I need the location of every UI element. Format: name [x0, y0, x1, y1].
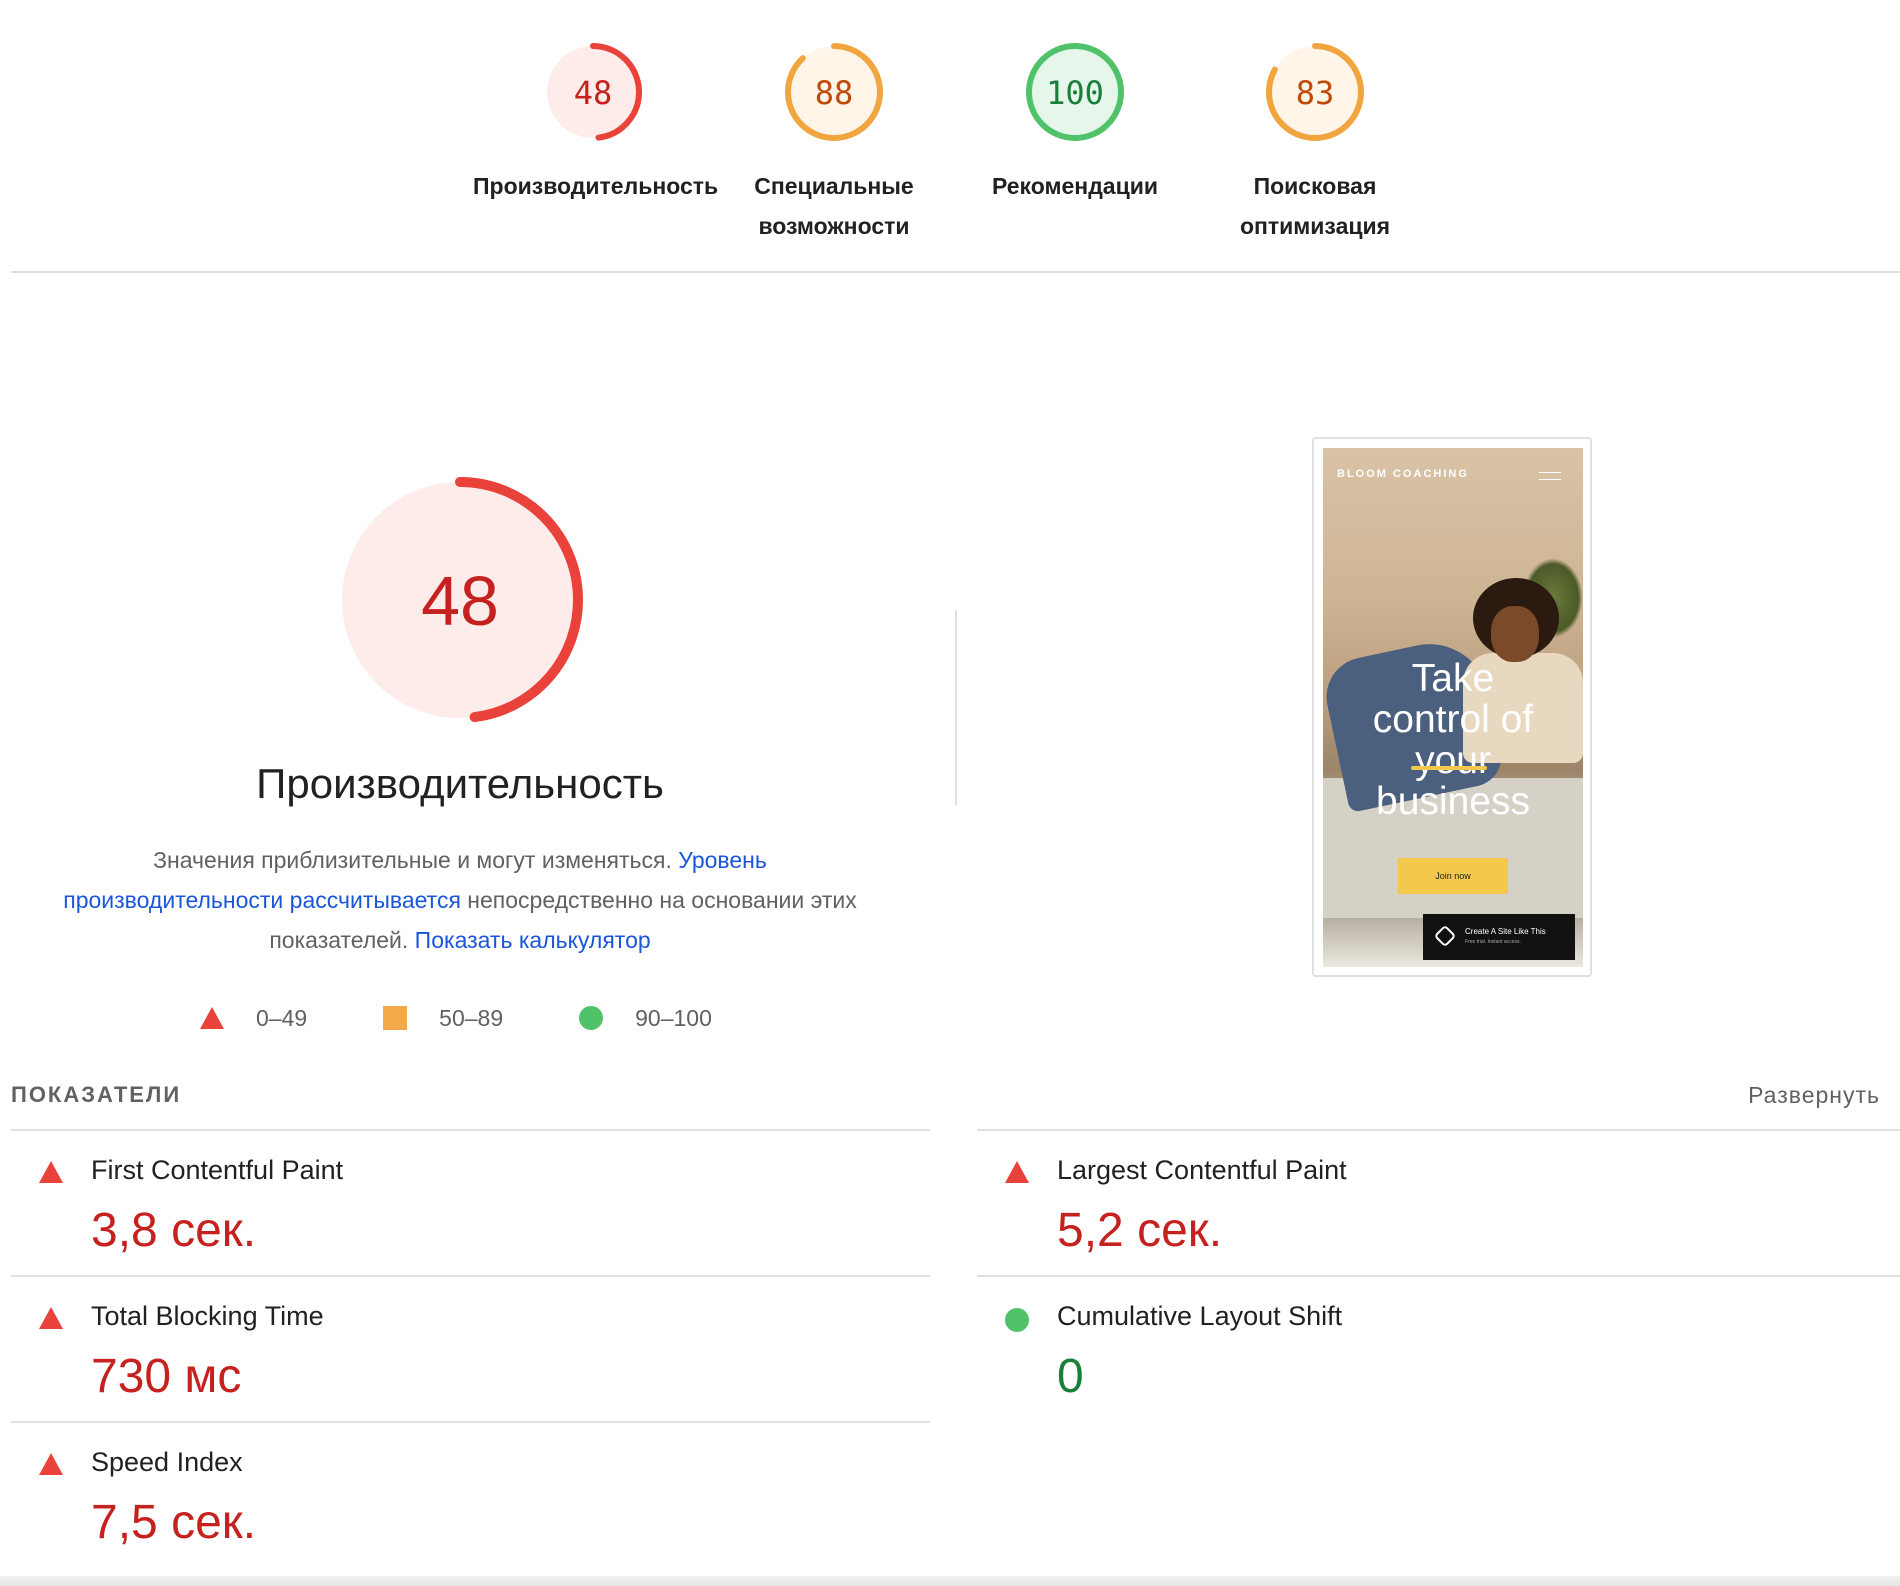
- divider: [11, 271, 1900, 273]
- score-legend: 0–49 50–89 90–100: [200, 1000, 788, 1036]
- headline-line: Take: [1411, 657, 1495, 700]
- legend-item-average: 50–89: [383, 1005, 503, 1032]
- site-badge: Create A Site Like This Free trial. Inst…: [1423, 914, 1575, 960]
- gauge-label: Специальные возможности: [754, 173, 914, 239]
- hamburger-menu-icon: [1539, 472, 1561, 480]
- metric-value: 730 мс: [91, 1350, 242, 1403]
- headline-line: control of: [1372, 698, 1534, 741]
- person-face-image: [1491, 606, 1539, 662]
- gauge-ring: 83: [1266, 43, 1364, 141]
- metric-value: 3,8 сек.: [91, 1204, 257, 1257]
- triangle-icon: [200, 1007, 224, 1029]
- performance-description: Значения приблизительные и могут изменят…: [40, 840, 880, 960]
- gauge-best-practices[interactable]: 100 Рекомендации: [955, 40, 1195, 206]
- warning-triangle-icon: [39, 1307, 63, 1329]
- metric-label: Total Blocking Time: [91, 1301, 324, 1331]
- gauge-label: Рекомендации: [991, 173, 1159, 199]
- headline-underline: [1411, 766, 1487, 770]
- gauge-ring: 88: [785, 43, 883, 141]
- site-brand: BLOOM COACHING: [1337, 468, 1469, 480]
- desc-text: Значения приблизительные и могут изменят…: [153, 847, 679, 873]
- circle-icon: [579, 1006, 604, 1030]
- legend-range: 0–49: [256, 1004, 308, 1031]
- metric-first-contentful-paint: First Contentful Paint 3,8 сек.: [11, 1131, 941, 1276]
- badge-subtitle: Free trial. Instant access.: [1465, 939, 1521, 945]
- metric-label: Cumulative Layout Shift: [1057, 1301, 1343, 1331]
- warning-triangle-icon: [39, 1161, 63, 1183]
- gauge-accessibility[interactable]: 88 Специальные возможности: [714, 40, 954, 246]
- metric-speed-index: Speed Index 7,5 сек.: [11, 1423, 941, 1568]
- metric-cumulative-layout-shift: Cumulative Layout Shift 0: [977, 1277, 1900, 1422]
- badge-text: Create A Site Like This Free trial. Inst…: [1465, 926, 1546, 948]
- metric-label: Largest Contentful Paint: [1057, 1155, 1347, 1185]
- squarespace-logo-icon: [1433, 924, 1457, 948]
- metric-value: 5,2 сек.: [1057, 1204, 1223, 1257]
- main-performance-gauge: 48: [337, 477, 583, 723]
- metric-total-blocking-time: Total Blocking Time 730 мс: [11, 1277, 941, 1422]
- gauge-score: 100: [1046, 74, 1104, 112]
- final-screenshot[interactable]: BLOOM COACHING Take control of your busi…: [1312, 437, 1592, 977]
- section-title: Производительность: [256, 760, 664, 807]
- category-gauges: 48 Производительность 88 Специальные воз…: [0, 0, 1900, 272]
- metric-label: First Contentful Paint: [91, 1155, 344, 1185]
- metric-label: Speed Index: [91, 1447, 243, 1477]
- gauge-ring: 48: [544, 43, 642, 141]
- metrics-header: ПОКАЗАТЕЛИ: [11, 1082, 182, 1107]
- gauge-score: 83: [1296, 74, 1335, 112]
- page-bottom-edge: [0, 1576, 1900, 1586]
- warning-triangle-icon: [1005, 1161, 1029, 1183]
- main-score: 48: [421, 562, 499, 640]
- site-cta-button: Join now: [1398, 858, 1508, 894]
- square-icon: [383, 1006, 408, 1030]
- headline-line: your: [1415, 739, 1491, 782]
- gauge-label: Поисковая оптимизация: [1239, 173, 1391, 239]
- gauge-score: 48: [574, 74, 613, 112]
- vertical-divider: [955, 610, 957, 805]
- warning-triangle-icon: [39, 1453, 63, 1475]
- gauge-seo[interactable]: 83 Поисковая оптимизация: [1195, 40, 1435, 246]
- pass-circle-icon: [1005, 1308, 1029, 1332]
- metric-value: 0: [1057, 1350, 1084, 1403]
- legend-range: 90–100: [635, 1004, 712, 1031]
- gauge-ring: 100: [1026, 43, 1124, 141]
- metric-largest-contentful-paint: Largest Contentful Paint 5,2 сек.: [977, 1131, 1900, 1276]
- screenshot-image: BLOOM COACHING Take control of your busi…: [1323, 448, 1583, 967]
- gauge-score: 88: [815, 74, 854, 112]
- metric-value: 7,5 сек.: [91, 1496, 257, 1549]
- gauge-performance[interactable]: 48 Производительность: [473, 40, 719, 206]
- headline-line: business: [1376, 780, 1530, 823]
- show-calculator-link[interactable]: Показать калькулятор: [415, 927, 651, 953]
- legend-range: 50–89: [439, 1004, 504, 1031]
- site-headline: Take control of your business: [1323, 658, 1583, 822]
- legend-item-bad: 0–49: [200, 1005, 307, 1032]
- legend-item-good: 90–100: [579, 1005, 712, 1032]
- badge-title: Create A Site Like This: [1465, 927, 1546, 936]
- expand-button[interactable]: Развернуть: [1720, 1082, 1880, 1109]
- gauge-label: Производительность: [473, 173, 719, 199]
